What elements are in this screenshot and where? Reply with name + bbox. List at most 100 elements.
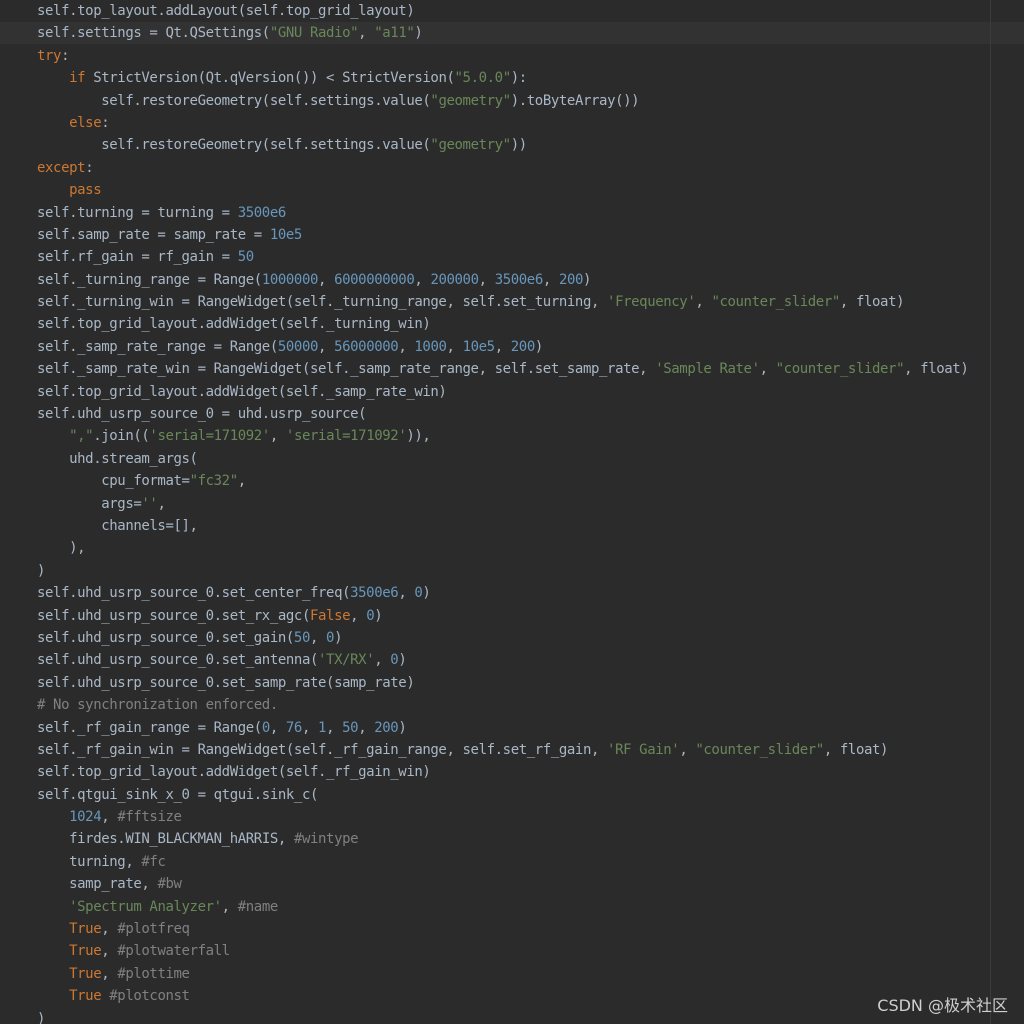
code-token-number: 1 xyxy=(318,719,327,736)
code-token-default: , xyxy=(309,629,327,646)
code-token-default: , float) xyxy=(839,294,905,311)
code-line[interactable]: cpu_format="fc32", xyxy=(37,470,968,492)
code-token-number: 200 xyxy=(510,338,535,355)
code-token-keyword: if xyxy=(69,70,86,87)
code-editor[interactable]: self.top_layout.addLayout(self.top_grid_… xyxy=(0,0,1024,1024)
code-line[interactable]: 'Spectrum Analyzer', #name xyxy=(37,896,968,918)
code-line[interactable]: self.top_grid_layout.addWidget(self._rf_… xyxy=(37,761,968,783)
code-token-keyword: True xyxy=(69,965,102,982)
code-token-default: self.top_grid_layout.addWidget(self._sam… xyxy=(37,383,447,400)
code-line[interactable]: self.uhd_usrp_source_0.set_center_freq(3… xyxy=(37,582,968,604)
code-line[interactable]: self.samp_rate = samp_rate = 10e5 xyxy=(37,224,968,246)
code-token-default: , xyxy=(101,809,118,826)
code-line[interactable]: args='', xyxy=(37,493,968,515)
code-line[interactable]: try: xyxy=(37,45,968,67)
code-token-default: self.restoreGeometry(self.settings.value… xyxy=(101,137,431,154)
code-token-number: 50 xyxy=(237,249,254,266)
code-line[interactable]: self.uhd_usrp_source_0.set_gain(50, 0) xyxy=(37,627,968,649)
code-line[interactable]: else: xyxy=(37,112,968,134)
code-line[interactable]: self.restoreGeometry(self.settings.value… xyxy=(37,134,968,156)
code-text-area[interactable]: self.top_layout.addLayout(self.top_grid_… xyxy=(37,0,969,1024)
code-token-default: self._samp_rate_range = Range( xyxy=(37,338,278,355)
code-token-number: 1024 xyxy=(69,809,102,826)
code-line[interactable]: self._turning_range = Range(1000000, 600… xyxy=(37,269,968,291)
code-line[interactable]: self.uhd_usrp_source_0 = uhd.usrp_source… xyxy=(37,403,968,425)
code-line[interactable]: except: xyxy=(37,157,968,179)
code-token-keyword: True xyxy=(69,921,102,938)
code-line[interactable]: turning, #fc xyxy=(37,851,968,873)
code-token-number: 56000000 xyxy=(334,338,399,355)
code-line[interactable]: 1024, #fftsize xyxy=(37,806,968,828)
code-line[interactable]: self.restoreGeometry(self.settings.value… xyxy=(37,90,968,112)
code-line[interactable]: samp_rate, #bw xyxy=(37,873,968,895)
code-line[interactable]: True, #plotfreq xyxy=(37,918,968,940)
code-line[interactable]: self.top_grid_layout.addWidget(self._sam… xyxy=(37,381,968,403)
code-token-default: self.rf_gain = rf_gain = xyxy=(37,249,238,266)
code-token-number: 0 xyxy=(326,629,335,646)
code-line[interactable]: firdes.WIN_BLACKMAN_hARRIS, #wintype xyxy=(37,828,968,850)
code-token-keyword: False xyxy=(309,607,351,624)
code-token-number: 1000000 xyxy=(261,271,319,288)
code-line[interactable]: ) xyxy=(37,1008,968,1024)
code-line[interactable]: self._samp_rate_win = RangeWidget(self._… xyxy=(37,358,969,380)
code-token-default: StrictVersion(Qt.qVersion()) < StrictVer… xyxy=(85,70,455,87)
code-line[interactable]: # No synchronization enforced. xyxy=(37,694,968,716)
code-token-default: self.top_grid_layout.addWidget(self._tur… xyxy=(37,316,431,333)
code-token-string: 'RF Gain' xyxy=(607,741,680,758)
code-line[interactable]: self.qtgui_sink_x_0 = qtgui.sink_c( xyxy=(37,784,968,806)
code-token-comment: # No synchronization enforced. xyxy=(37,697,278,714)
code-line[interactable]: self._samp_rate_range = Range(50000, 560… xyxy=(37,336,968,358)
code-line[interactable]: self._rf_gain_win = RangeWidget(self._rf… xyxy=(37,739,968,761)
code-token-keyword: pass xyxy=(69,182,102,199)
code-line[interactable]: self.uhd_usrp_source_0.set_rx_agc(False,… xyxy=(37,605,968,627)
code-token-keyword: True xyxy=(69,943,102,960)
code-token-default: , xyxy=(374,652,391,669)
code-line[interactable]: if StrictVersion(Qt.qVersion()) < Strict… xyxy=(37,67,968,89)
code-line[interactable]: self._turning_win = RangeWidget(self._tu… xyxy=(37,291,968,313)
code-line[interactable]: self.rf_gain = rf_gain = 50 xyxy=(37,246,968,268)
code-token-default: , xyxy=(446,338,463,355)
code-token-default: )) xyxy=(510,137,527,154)
code-line[interactable]: self.settings = Qt.QSettings("GNU Radio"… xyxy=(37,22,968,44)
code-line[interactable]: channels=[], xyxy=(37,515,968,537)
code-token-string: "GNU Radio" xyxy=(269,25,359,42)
code-line[interactable]: ",".join(('serial=171092', 'serial=17109… xyxy=(37,425,968,447)
code-line[interactable]: True, #plotwaterfall xyxy=(37,940,968,962)
right-margin-guide xyxy=(990,0,991,1024)
code-line[interactable]: ) xyxy=(37,560,968,582)
code-token-default: samp_rate, xyxy=(69,876,158,893)
code-token-number: 3500e6 xyxy=(350,585,399,602)
code-token-default: ) xyxy=(37,562,46,579)
code-token-default: ) xyxy=(37,1010,46,1024)
code-token-string: 'Sample Rate' xyxy=(655,361,760,378)
code-token-default: , float) xyxy=(823,741,889,758)
code-token-default: , xyxy=(358,25,375,42)
code-line[interactable]: True #plotconst xyxy=(37,985,968,1007)
code-token-default: , xyxy=(318,338,335,355)
code-line[interactable]: self.uhd_usrp_source_0.set_samp_rate(sam… xyxy=(37,672,968,694)
code-line[interactable]: self._rf_gain_range = Range(0, 76, 1, 50… xyxy=(37,717,968,739)
code-line[interactable]: True, #plottime xyxy=(37,963,968,985)
code-token-string: "counter_slider" xyxy=(775,361,905,378)
code-token-default: , xyxy=(398,338,415,355)
code-token-default: : xyxy=(61,47,70,64)
code-token-comment: #plotconst xyxy=(109,988,190,1005)
code-token-default: self._rf_gain_win = RangeWidget(self._rf… xyxy=(37,741,608,758)
code-token-default: self.samp_rate = samp_rate = xyxy=(37,226,270,243)
code-token-default: turning, xyxy=(69,853,142,870)
code-line[interactable]: ), xyxy=(37,537,968,559)
code-line[interactable]: uhd.stream_args( xyxy=(37,448,968,470)
code-line[interactable]: self.top_layout.addLayout(self.top_grid_… xyxy=(37,0,968,22)
code-line[interactable]: self.top_grid_layout.addWidget(self._tur… xyxy=(37,313,968,335)
code-token-default: ) xyxy=(422,585,431,602)
code-line[interactable]: self.uhd_usrp_source_0.set_antenna('TX/R… xyxy=(37,649,968,671)
code-line[interactable]: self.turning = turning = 3500e6 xyxy=(37,202,968,224)
code-token-string: "geometry" xyxy=(430,137,511,154)
code-line[interactable]: pass xyxy=(37,179,968,201)
code-token-default: self.uhd_usrp_source_0.set_rx_agc( xyxy=(37,607,310,624)
